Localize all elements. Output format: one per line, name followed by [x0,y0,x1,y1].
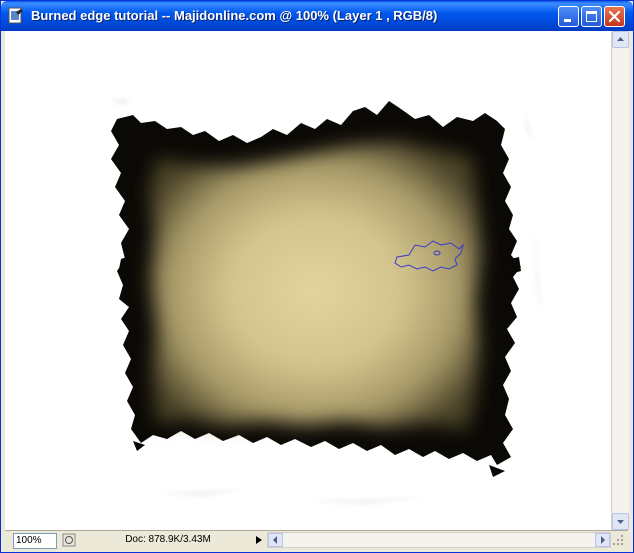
burned-paper-artwork [110,99,541,505]
scroll-up-button[interactable] [612,31,629,48]
maximize-button[interactable] [581,6,602,27]
close-button[interactable] [604,6,625,27]
minimize-button[interactable] [558,6,579,27]
status-menu-arrow-icon[interactable] [253,533,265,547]
scroll-right-button[interactable] [595,533,610,547]
status-bar: 100% Doc: 878.9K/3.43M [5,530,628,549]
window-title: Burned edge tutorial -- Majidonline.com … [31,8,438,23]
arrow-left-icon [273,536,277,544]
photoshop-document-icon[interactable] [7,7,25,25]
minimize-icon [564,19,571,22]
resize-grip-icon[interactable] [611,533,625,547]
document-size-info: Doc: 878.9K/3.43M [125,534,211,545]
maximize-icon [586,11,597,22]
document-status-icon[interactable] [62,533,76,547]
document-window: Burned edge tutorial -- Majidonline.com … [0,0,634,553]
scroll-left-button[interactable] [268,533,283,547]
zoom-level-field[interactable]: 100% [13,533,57,549]
vertical-scrollbar[interactable] [611,31,629,530]
arrow-down-icon [617,520,624,524]
scroll-down-button[interactable] [612,513,629,530]
arrow-right-icon [601,536,605,544]
close-icon [608,10,621,23]
parchment-surface [149,141,481,429]
horizontal-scrollbar[interactable] [267,532,611,548]
arrow-up-icon [617,37,624,41]
document-canvas[interactable] [5,31,611,530]
title-bar[interactable]: Burned edge tutorial -- Majidonline.com … [1,1,633,31]
